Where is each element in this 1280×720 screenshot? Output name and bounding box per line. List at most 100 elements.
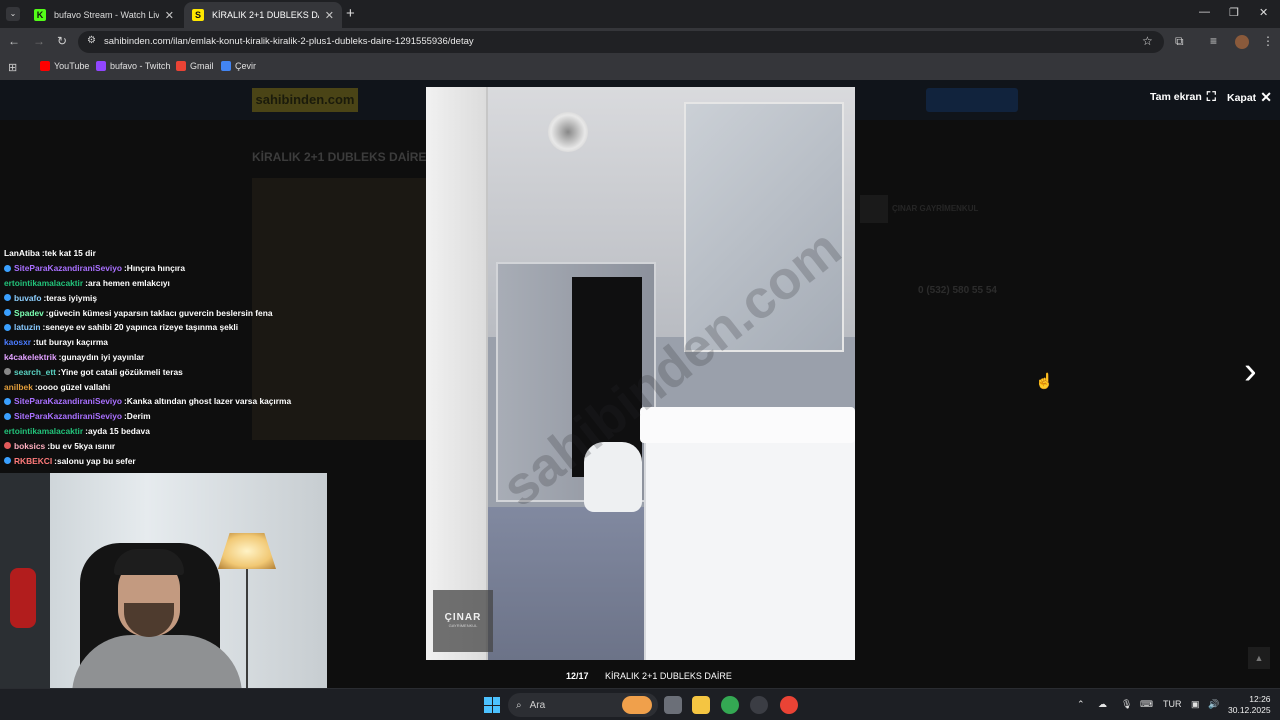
apps-grid-icon[interactable]: ⊞ — [8, 61, 17, 74]
chat-badge-icon — [4, 412, 11, 420]
chat-text: seneye ev sahibi 20 yapınca rizeye taşın… — [45, 322, 239, 333]
tab-search-button[interactable]: ⌄ — [6, 7, 20, 21]
bookmark-label: Çevir — [235, 61, 257, 71]
lightbox-photo: sahibinden.com ÇINAR GAYRİMENKUL — [426, 87, 855, 660]
chat-username[interactable]: SiteParaKazandiraniSeviyo — [14, 396, 122, 406]
translate-icon — [221, 61, 231, 71]
tab-kick-stream[interactable]: K bufavo Stream - Watch Live on ✕ — [26, 2, 182, 28]
twitch-icon — [96, 61, 106, 71]
site-info-icon[interactable]: ⚙ — [87, 35, 96, 46]
chat-badge-icon — [4, 323, 11, 331]
chat-text: güvecin kümesi yaparsın taklacı guvercin… — [48, 307, 273, 318]
menu-icon[interactable]: ⋮ — [1262, 34, 1274, 48]
bookmark-youtube[interactable]: YouTube — [40, 61, 89, 71]
chat-message: anilbek: oooo güzel vallahi — [0, 379, 300, 394]
chat-message: SiteParaKazandiraniSeviyo: Derim — [0, 409, 300, 424]
keyboard-icon[interactable]: ⌨ — [1140, 699, 1153, 710]
chat-username[interactable]: latuzin — [14, 322, 41, 332]
windows-start-icon[interactable] — [484, 697, 500, 713]
listing-title: KİRALIK 2+1 DUBLEKS DAİRE — [252, 150, 427, 164]
chat-message: LanAtiba: tek kat 15 dir — [0, 246, 300, 261]
close-tab-icon[interactable]: ✕ — [165, 9, 174, 22]
chat-username[interactable]: k4cakelektrik — [4, 352, 57, 362]
browser-tab-bar: ⌄ K bufavo Stream - Watch Live on ✕ S Kİ… — [0, 0, 1280, 28]
chat-username[interactable]: boksics — [14, 441, 45, 451]
next-photo-chevron-icon[interactable]: › — [1244, 352, 1257, 390]
chat-message: search_ett: Yine got catali gözükmeli te… — [0, 364, 300, 379]
chat-username[interactable]: buvafo — [14, 293, 41, 303]
close-window-button[interactable]: ✕ — [1259, 6, 1268, 19]
windows-taskbar: ⌕ Ara ⌃ ☁ 🎙 ⌨ TUR ▣ 🔊 12:26 30.12.2025 — [0, 688, 1280, 720]
chat-username[interactable]: RKBEKCI — [14, 456, 52, 466]
chat-username[interactable]: SiteParaKazandiraniSeviyo — [14, 411, 122, 421]
obs-icon[interactable] — [750, 696, 768, 714]
media-control-icon[interactable]: ≡ — [1210, 34, 1217, 48]
chat-username[interactable]: kaosxr — [4, 337, 31, 347]
microphone-icon[interactable]: 🎙 — [1121, 699, 1132, 710]
agency-logo-subtitle: GAYRİMENKUL — [448, 623, 478, 628]
chrome-icon[interactable] — [721, 696, 739, 714]
seller-phone: 0 (532) 580 55 54 — [918, 285, 997, 296]
tab-title: bufavo Stream - Watch Live on — [54, 10, 159, 20]
chat-username[interactable]: SiteParaKazandiraniSeviyo — [14, 263, 122, 273]
bookmark-twitch[interactable]: bufavo - Twitch — [96, 61, 170, 71]
language-indicator[interactable]: TUR — [1163, 699, 1182, 709]
photo-counter: 12/17 — [566, 671, 589, 681]
url-text: sahibinden.com/ilan/emlak-konut-kiralik-… — [104, 36, 474, 47]
streamer-beanie — [114, 549, 184, 575]
chat-badge-icon — [4, 442, 11, 450]
chat-message: boksics: bu ev 5kya ısınır — [0, 438, 300, 453]
search-icon: ⌕ — [516, 699, 522, 711]
tab-sahibinden-listing[interactable]: S KİRALIK 2+1 DUBLEKS DAİRE - ✕ — [184, 2, 342, 28]
bookmark-gmail[interactable]: Gmail — [176, 61, 214, 71]
chat-username[interactable]: anilbek — [4, 382, 33, 392]
fullscreen-button[interactable]: Tam ekran ⛶ — [1150, 89, 1216, 105]
address-bar[interactable]: ⚙ sahibinden.com/ilan/emlak-konut-kirali… — [78, 31, 1164, 53]
network-icon[interactable]: ▣ — [1191, 699, 1200, 710]
chat-username[interactable]: ertointikamalacaktir — [4, 278, 83, 288]
chrome-active-icon[interactable] — [780, 696, 798, 714]
close-tab-icon[interactable]: ✕ — [325, 9, 334, 22]
chat-username[interactable]: Spadev — [14, 308, 44, 318]
back-icon[interactable]: ← — [8, 34, 20, 48]
chat-text: salonu yap bu sefer — [56, 455, 136, 466]
system-clock[interactable]: 12:26 30.12.2025 — [1228, 694, 1271, 716]
chat-badge-icon — [4, 368, 11, 376]
hand-cursor-icon: ☝ — [1035, 373, 1054, 390]
tray-overflow-icon[interactable]: ⌃ — [1077, 699, 1085, 710]
youtube-icon — [40, 61, 50, 71]
restore-button[interactable]: ❐ — [1229, 6, 1239, 19]
scroll-to-top-button[interactable]: ▲ — [1248, 647, 1270, 669]
chat-message: RKBEKCI: salonu yap bu sefer — [0, 453, 300, 468]
sink — [640, 407, 855, 443]
chat-username[interactable]: ertointikamalacaktir — [4, 426, 83, 436]
task-view-icon[interactable] — [664, 696, 682, 714]
chat-message: buvafo: teras iyiymiş — [0, 290, 300, 305]
new-tab-button[interactable]: + — [346, 5, 355, 22]
clock-time: 12:26 — [1249, 694, 1271, 704]
close-label: Kapat — [1227, 91, 1257, 104]
bookmark-star-icon[interactable]: ☆ — [1142, 34, 1153, 48]
onedrive-icon[interactable]: ☁ — [1098, 699, 1107, 710]
volume-icon[interactable]: 🔊 — [1208, 699, 1219, 710]
file-explorer-icon[interactable] — [692, 696, 710, 714]
chat-message: ertointikamalacaktir: ayda 15 bedava — [0, 424, 300, 439]
chat-username[interactable]: search_ett — [14, 367, 56, 377]
fullscreen-label: Tam ekran — [1150, 91, 1202, 103]
chat-username[interactable]: LanAtiba — [4, 248, 40, 258]
minimize-button[interactable]: — — [1199, 6, 1210, 18]
bookmark-label: bufavo - Twitch — [110, 61, 171, 71]
kick-icon: K — [34, 9, 46, 21]
extensions-icon[interactable]: ⧉ — [1175, 34, 1184, 49]
chat-text: oooo güzel vallahi — [37, 381, 111, 392]
close-lightbox-button[interactable]: Kapat ✕ — [1227, 89, 1272, 106]
profile-avatar[interactable] — [1235, 35, 1249, 49]
taskbar-search[interactable]: ⌕ Ara — [508, 693, 658, 717]
forward-icon[interactable]: → — [33, 34, 45, 48]
bookmark-translate[interactable]: Çevir — [221, 61, 256, 71]
chat-badge-icon — [4, 294, 11, 302]
gmail-icon — [176, 61, 186, 71]
photo-caption: KİRALIK 2+1 DUBLEKS DAİRE — [605, 671, 732, 681]
ceiling-light — [548, 112, 588, 152]
reload-icon[interactable]: ↻ — [57, 34, 67, 48]
